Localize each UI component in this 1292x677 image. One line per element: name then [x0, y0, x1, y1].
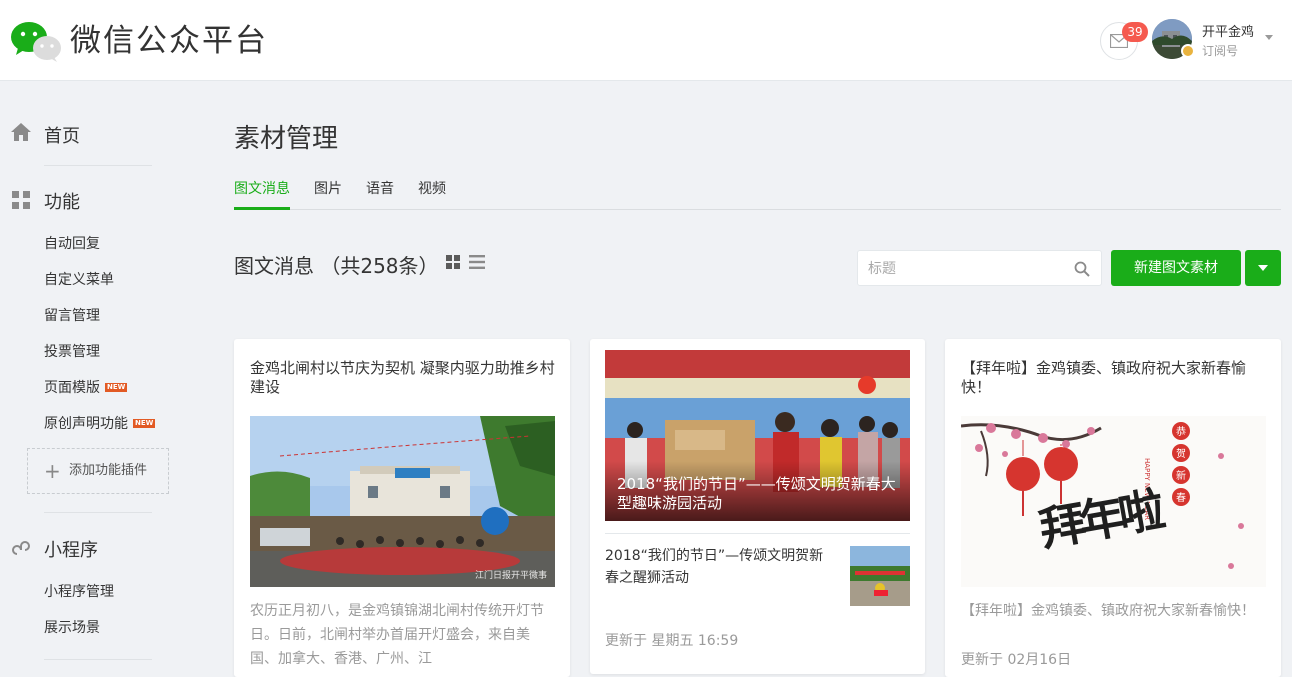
account-name[interactable]: 开平金鸡 [1202, 21, 1254, 40]
sidebar-item-comments[interactable]: 留言管理 [44, 305, 100, 325]
tab-divider [234, 209, 1281, 210]
sidebar-item-label: 自动回复 [44, 236, 100, 252]
verified-icon [1181, 44, 1195, 58]
sidebar-item-votes[interactable]: 投票管理 [44, 341, 100, 361]
sidebar-item-page-templates[interactable]: 页面模版 NEW [44, 377, 128, 397]
grid-icon [12, 191, 30, 209]
search-input[interactable] [868, 259, 1068, 279]
sidebar-item-auto-reply[interactable]: 自动回复 [44, 233, 100, 253]
new-badge: NEW [105, 382, 128, 392]
tab-images[interactable]: 图片 [314, 178, 342, 198]
sidebar-section-miniprogram: 小程序 [44, 540, 98, 561]
home-icon [11, 123, 31, 141]
top-header: 微信公众平台 39 开平金鸡 订阅号 [0, 0, 1292, 81]
article-card[interactable]: 金鸡北闸村以节庆为契机 凝聚内驱力助推乡村建设 江门日报开平微事 农历正月初八，… [234, 339, 570, 677]
sidebar-divider [44, 512, 152, 513]
card-cover-image[interactable]: 江门日报开平微事 [250, 416, 555, 587]
card-description: 农历正月初八，是金鸡镇锦湖北闸村传统开灯节日。日前，北闸村举办首届开灯盛会，来自… [250, 603, 544, 667]
article-card[interactable]: 2018“我们的节日”——传颂文明贺新春大型趣味游园活动 2018“我们的节日”… [590, 339, 925, 674]
search-box [857, 250, 1102, 286]
badge-char: 恭 [1176, 427, 1186, 438]
card-title[interactable]: 金鸡北闸村以节庆为契机 凝聚内驱力助推乡村建设 [250, 359, 556, 397]
page-title: 素材管理 [234, 124, 339, 154]
sidebar-item-display-scenes[interactable]: 展示场景 [44, 617, 100, 637]
card-update-time: 更新于 02月16日 [961, 652, 1072, 668]
brand-name[interactable]: 微信公众平台 [70, 20, 268, 62]
card-cover-image[interactable]: 恭 贺 新 春 HAPPY NEW YEAR 拜年啦 [961, 416, 1266, 587]
wechat-logo-icon [11, 22, 61, 62]
sub-article-thumbnail[interactable] [850, 546, 910, 606]
sidebar-item-label: 页面模版 [44, 380, 100, 396]
sidebar-item-label: 留言管理 [44, 308, 100, 324]
tab-audio[interactable]: 语音 [366, 178, 394, 198]
lion-dance-photo [850, 546, 910, 606]
sidebar-section-function: 功能 [44, 192, 80, 213]
list-view-icon[interactable] [469, 255, 485, 269]
article-card[interactable]: 【拜年啦】金鸡镇委、镇政府祝大家新春愉快！ 恭 贺 新 春 HAPPY NEW … [945, 339, 1281, 677]
sidebar-item-label: 小程序管理 [44, 584, 114, 600]
sidebar-item-custom-menu[interactable]: 自定义菜单 [44, 269, 114, 289]
tab-articles[interactable]: 图文消息 [234, 178, 290, 198]
village-festival-photo [250, 416, 555, 587]
list-title: 图文消息 （共258条） [234, 254, 439, 278]
sidebar-item-miniprogram-manage[interactable]: 小程序管理 [44, 581, 114, 601]
new-article-button[interactable]: 新建图文素材 [1111, 250, 1241, 286]
card-cover-image[interactable]: 2018“我们的节日”——传颂文明贺新春大型趣味游园活动 [605, 350, 910, 521]
active-tab-indicator [234, 207, 290, 210]
chevron-down-icon[interactable] [1265, 35, 1273, 40]
cover-caption[interactable]: 2018“我们的节日”——传颂文明贺新春大型趣味游园活动 [617, 475, 907, 513]
card-title[interactable]: 【拜年啦】金鸡镇委、镇政府祝大家新春愉快！ [961, 359, 1267, 397]
grid-view-icon[interactable] [446, 255, 460, 269]
sidebar-divider [44, 659, 152, 660]
sub-article-title[interactable]: 2018“我们的节日”—传颂文明贺新春之醒狮活动 [605, 545, 837, 589]
card-description: 【拜年啦】金鸡镇委、镇政府祝大家新春愉快！ [961, 603, 1255, 619]
message-count-badge[interactable]: 39 [1122, 22, 1148, 42]
plus-icon: + [44, 459, 61, 483]
miniprogram-icon [12, 541, 30, 555]
badge-char: 贺 [1176, 449, 1186, 460]
image-watermark: 江门日报开平微事 [474, 571, 547, 581]
sidebar-divider [44, 165, 152, 166]
account-type: 订阅号 [1202, 44, 1239, 58]
search-icon[interactable] [1074, 261, 1090, 277]
card-update-time: 更新于 星期五 16:59 [605, 633, 739, 649]
new-article-dropdown-button[interactable] [1245, 250, 1281, 286]
sidebar-item-label: 投票管理 [44, 344, 100, 360]
sidebar-item-label: 展示场景 [44, 620, 100, 636]
sidebar-item-label: 自定义菜单 [44, 272, 114, 288]
sidebar-item-home[interactable]: 首页 [44, 122, 80, 148]
new-badge: NEW [133, 418, 156, 428]
add-plugin-button[interactable]: + 添加功能插件 [27, 448, 169, 494]
card-divider [605, 533, 910, 534]
sidebar-item-original-declaration[interactable]: 原创声明功能 NEW [44, 413, 156, 433]
tab-video[interactable]: 视频 [418, 178, 446, 198]
sidebar-item-label: 原创声明功能 [44, 416, 128, 432]
add-plugin-label: 添加功能插件 [69, 463, 148, 478]
